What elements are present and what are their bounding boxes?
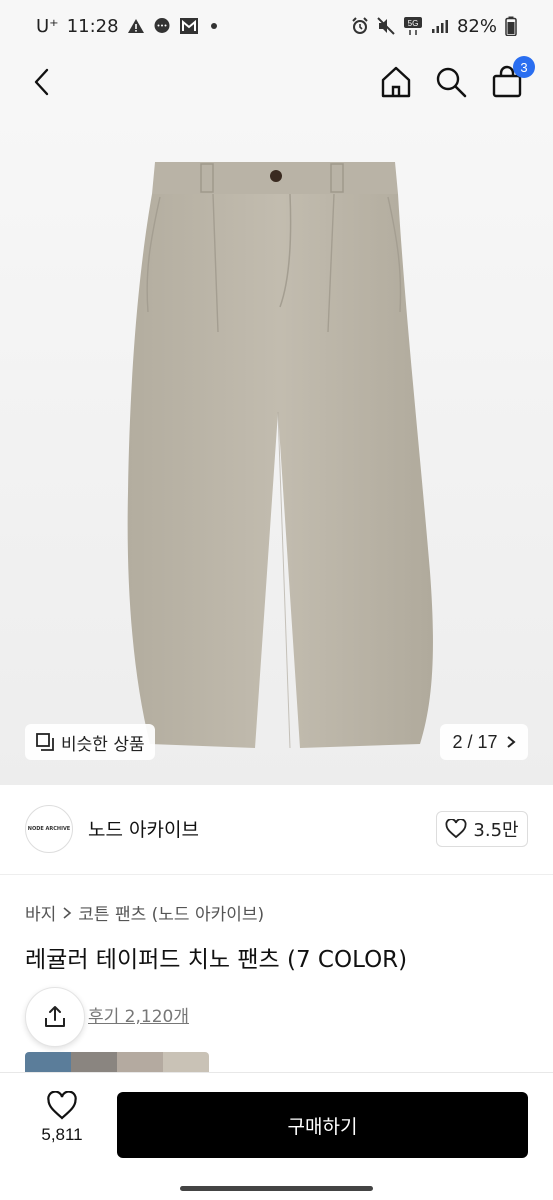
heart-icon <box>445 819 467 839</box>
home-icon <box>381 66 411 98</box>
back-arrow-icon <box>34 68 49 96</box>
battery-label: 82% <box>456 15 497 37</box>
cart-count-badge: 3 <box>513 56 535 78</box>
warning-icon <box>127 18 145 34</box>
review-thumbnails[interactable] <box>25 1052 209 1072</box>
breadcrumb-subcategory[interactable]: 코튼 팬츠 (노드 아카이브) <box>78 900 264 925</box>
product-photo <box>127 162 433 749</box>
product-image-carousel[interactable]: 비슷한 상품 2 / 17 <box>0 112 553 785</box>
mute-icon <box>377 17 395 35</box>
brand-row: NODE ARCHIVE 노드 아카이브 3.5만 <box>0 785 553 875</box>
similar-products-label: 비슷한 상품 <box>61 734 145 755</box>
review-thumb[interactable] <box>25 1052 71 1072</box>
review-link[interactable]: 후기 2,120개 <box>88 1002 189 1027</box>
wishlist-count: 5,811 <box>41 1125 83 1144</box>
image-counter-button[interactable]: 2 / 17 <box>440 724 528 760</box>
home-gesture-handle[interactable] <box>180 1186 373 1191</box>
network-5g-icon: 5G <box>403 16 423 36</box>
gesture-nav-bar <box>0 1175 553 1200</box>
chevron-right-icon <box>63 906 72 919</box>
message-icon <box>153 17 171 35</box>
review-thumb[interactable] <box>71 1052 117 1072</box>
image-counter-label: 2 / 17 <box>452 731 498 752</box>
carrier-label: U⁺ <box>36 15 59 37</box>
top-nav: 3 <box>0 52 553 112</box>
brand-like-count: 3.5만 <box>473 820 519 841</box>
dot-icon <box>210 23 217 29</box>
similar-products-button[interactable]: 비슷한 상품 <box>25 724 155 760</box>
product-title: 레귤러 테이퍼드 치노 팬츠 (7 COLOR) <box>25 947 408 973</box>
status-left: U⁺ 11:28 <box>36 16 217 37</box>
search-icon <box>436 67 467 98</box>
wishlist-button[interactable]: 5,811 <box>22 1091 102 1161</box>
breadcrumb: 바지 코튼 팬츠 (노드 아카이브) <box>25 900 264 925</box>
chevron-right-icon <box>506 736 516 748</box>
bottom-action-bar: 5,811 구매하기 <box>0 1072 553 1175</box>
battery-icon <box>505 16 517 36</box>
cart-button[interactable]: 3 <box>487 56 535 102</box>
share-button[interactable] <box>25 987 85 1047</box>
time-label: 11:28 <box>66 15 119 37</box>
brand-logo[interactable]: NODE ARCHIVE <box>25 805 73 853</box>
home-button[interactable] <box>376 62 416 102</box>
brand-name[interactable]: 노드 아카이브 <box>88 815 199 842</box>
breadcrumb-category[interactable]: 바지 <box>25 900 56 925</box>
status-bar: U⁺ 11:28 5G 82% <box>0 0 553 52</box>
gmail-icon <box>179 17 199 35</box>
back-button[interactable] <box>22 62 62 102</box>
share-icon <box>45 1006 65 1027</box>
review-thumb[interactable] <box>163 1052 209 1072</box>
signal-icon <box>431 18 449 34</box>
brand-like-button[interactable]: 3.5만 <box>436 811 528 847</box>
heart-icon <box>47 1091 77 1120</box>
alarm-icon <box>351 17 369 35</box>
review-thumb[interactable] <box>117 1052 163 1072</box>
copy-icon <box>36 733 54 751</box>
search-button[interactable] <box>431 62 471 102</box>
buy-button[interactable]: 구매하기 <box>117 1092 528 1158</box>
network-label: 5G <box>408 19 419 28</box>
status-right: 5G 82% <box>351 16 517 37</box>
